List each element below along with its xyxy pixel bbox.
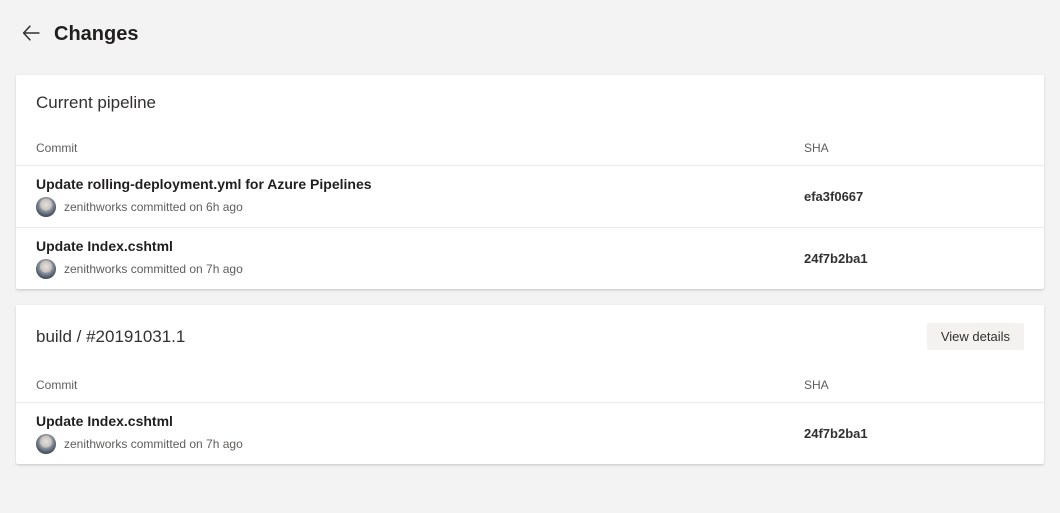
col-header-sha: SHA xyxy=(804,141,1024,155)
commit-row[interactable]: Update Index.cshtml zenithworks committe… xyxy=(16,403,1044,464)
col-header-sha: SHA xyxy=(804,378,1024,392)
avatar xyxy=(36,434,56,454)
col-header-commit: Commit xyxy=(36,141,804,155)
page-title: Changes xyxy=(54,23,138,46)
commit-sha: efa3f0667 xyxy=(804,189,1024,204)
commit-row[interactable]: Update rolling-deployment.yml for Azure … xyxy=(16,166,1044,228)
commit-meta: zenithworks committed on 7h ago xyxy=(64,262,243,276)
commit-row[interactable]: Update Index.cshtml zenithworks committe… xyxy=(16,228,1044,289)
col-header-commit: Commit xyxy=(36,378,804,392)
view-details-button[interactable]: View details xyxy=(927,323,1024,350)
commit-meta: zenithworks committed on 6h ago xyxy=(64,200,243,214)
commit-title: Update rolling-deployment.yml for Azure … xyxy=(36,176,804,192)
arrow-left-icon xyxy=(22,24,40,45)
commit-title: Update Index.cshtml xyxy=(36,238,804,254)
card-title: build / #20191031.1 xyxy=(36,327,185,347)
commit-sha: 24f7b2ba1 xyxy=(804,426,1024,441)
avatar xyxy=(36,259,56,279)
pipeline-card: Current pipeline Commit SHA Update rolli… xyxy=(16,75,1044,289)
commit-meta: zenithworks committed on 7h ago xyxy=(64,437,243,451)
back-button[interactable] xyxy=(18,20,44,49)
build-card: build / #20191031.1 View details Commit … xyxy=(16,305,1044,464)
table-header: Commit SHA xyxy=(16,121,1044,166)
commit-sha: 24f7b2ba1 xyxy=(804,251,1024,266)
commit-title: Update Index.cshtml xyxy=(36,413,804,429)
table-header: Commit SHA xyxy=(16,358,1044,403)
avatar xyxy=(36,197,56,217)
card-title: Current pipeline xyxy=(36,93,156,113)
